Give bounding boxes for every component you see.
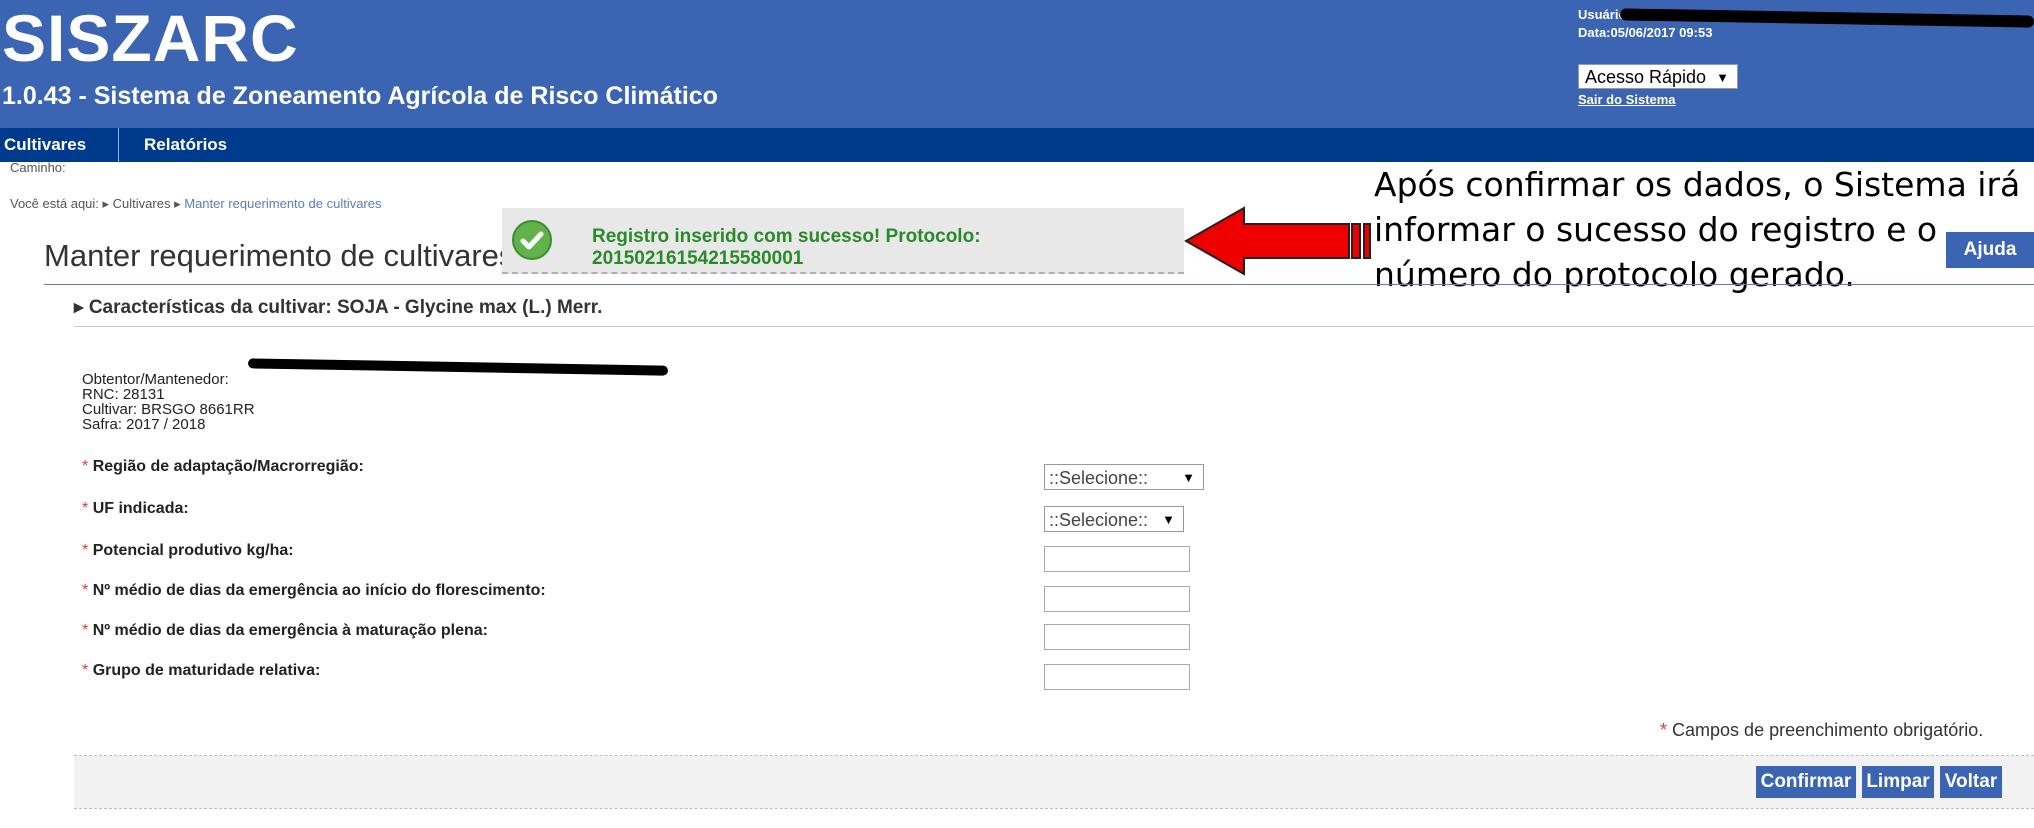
nav-separator [118, 128, 119, 162]
actions-divider [74, 755, 2034, 756]
nav-item-relatorios[interactable]: Relatórios [144, 128, 227, 162]
label-regiao: * Região de adaptação/Macrorregião: [82, 458, 364, 475]
potencial-input[interactable] [1044, 546, 1190, 572]
dropdown-arrow-icon: ▼ [1182, 470, 1195, 485]
section-divider [74, 326, 2034, 327]
regiao-select[interactable]: ::Selecione:: ▼ [1044, 464, 1204, 490]
breadcrumb-item-cultivares[interactable]: Cultivares [113, 196, 171, 211]
cultivar-info: Obtentor/Mantenedor: RNC: 28131 Cultivar… [82, 372, 255, 432]
callout-line: Após confirmar os dados, o Sistema irá [1374, 165, 2021, 204]
clear-button[interactable]: Limpar [1862, 766, 1934, 798]
actions-bar [74, 756, 2034, 808]
obtentor-text: Obtentor/Mantenedor: [82, 371, 229, 388]
quick-access-label: Acesso Rápido [1585, 67, 1707, 87]
dropdown-arrow-icon: ▼ [1162, 512, 1175, 527]
app-header: SISZARC 1.0.43 - Sistema de Zoneamento A… [0, 0, 2034, 128]
actions-divider [74, 808, 2034, 809]
callout-line: número do protocolo gerado. [1374, 255, 1855, 294]
confirm-button[interactable]: Confirmar [1756, 766, 1856, 798]
back-button[interactable]: Voltar [1940, 766, 2002, 798]
label-maturacao: * Nº médio de dias da emergência à matur… [82, 622, 488, 639]
redaction-mark [247, 358, 669, 376]
breadcrumb: Você está aqui: ▸ Cultivares ▸ Manter re… [10, 196, 382, 212]
breadcrumb-separator-icon: ▸ [102, 196, 113, 211]
title-divider [44, 284, 2034, 285]
success-message-text: Registro inserido com sucesso! Protocolo… [592, 226, 981, 269]
label-potencial: * Potencial produtivo kg/ha: [82, 542, 294, 559]
app-logo: SISZARC [2, 1, 299, 75]
label-uf: * UF indicada: [82, 500, 189, 517]
page-title: Manter requerimento de cultivares [44, 238, 515, 273]
help-button[interactable]: Ajuda [1946, 232, 2034, 268]
logout-link[interactable]: Sair do Sistema [1578, 92, 1676, 107]
cultivar-text: Cultivar: BRSGO 8661RR [82, 401, 255, 418]
annotation-callout: Após confirmar os dados, o Sistema irá i… [1374, 162, 2034, 297]
section-title[interactable]: ▸ Características da cultivar: SOJA - Gl… [74, 296, 602, 319]
expand-arrow-icon: ▸ [74, 297, 89, 318]
safra-text: Safra: 2017 / 2018 [82, 416, 206, 433]
app-subtitle: 1.0.43 - Sistema de Zoneamento Agrícola … [2, 82, 718, 110]
breadcrumb-prefix: Você está aqui: [10, 196, 99, 211]
breadcrumb-separator-icon: ▸ [174, 196, 185, 211]
dropdown-arrow-icon: ▼ [1716, 70, 1729, 85]
check-circle-icon [512, 220, 552, 260]
nav-item-cultivares[interactable]: Cultivares [4, 128, 86, 162]
grupo-input[interactable] [1044, 664, 1190, 690]
rnc-text: RNC: 28131 [82, 386, 165, 403]
callout-arrow-icon [1184, 206, 1371, 276]
required-fields-note: * Campos de preenchimento obrigatório. [1660, 720, 1984, 740]
quick-access-select[interactable]: Acesso Rápido ▼ [1578, 64, 1738, 89]
florescimento-input[interactable] [1044, 586, 1190, 612]
maturacao-input[interactable] [1044, 624, 1190, 650]
success-message-box: Registro inserido com sucesso! Protocolo… [502, 208, 1184, 274]
path-label: Caminho: [10, 160, 66, 175]
breadcrumb-item-current: Manter requerimento de cultivares [184, 196, 382, 211]
label-florescimento: * Nº médio de dias da emergência ao iníc… [82, 582, 546, 599]
session-date: Data:05/06/2017 09:53 [1578, 25, 1713, 40]
uf-select[interactable]: ::Selecione:: ▼ [1044, 506, 1184, 532]
callout-line: informar o sucesso do registro e o [1374, 210, 1938, 249]
main-nav: Cultivares Relatórios [0, 128, 2034, 162]
label-grupo: * Grupo de maturidade relativa: [82, 662, 321, 679]
